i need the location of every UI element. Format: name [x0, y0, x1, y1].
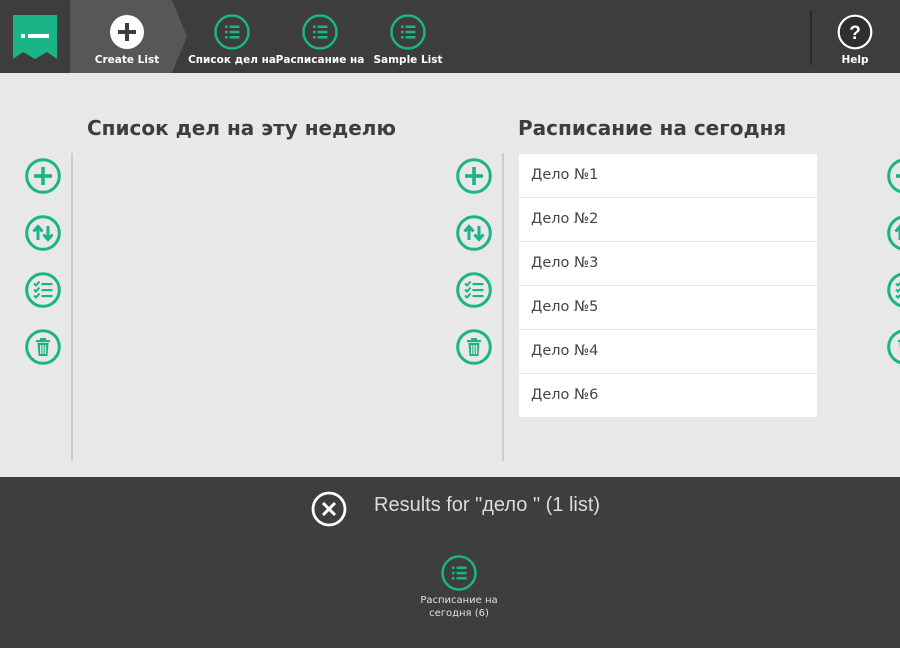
sort-icon[interactable] [456, 215, 492, 251]
add-icon[interactable] [456, 158, 492, 194]
right-column-divider [502, 153, 504, 461]
trash-icon[interactable] [25, 329, 61, 365]
search-result-label-line1: Расписание на [420, 595, 498, 606]
list-item[interactable]: Дело №2 [519, 198, 817, 241]
trash-icon[interactable] [456, 329, 492, 365]
left-list-title: Список дел на эту неделю [87, 116, 396, 140]
nav-list-label: Sample List [373, 54, 443, 66]
search-results-text: Results for "дело " (1 list) [374, 494, 601, 516]
add-circle-icon [110, 15, 144, 49]
list-icon [390, 14, 426, 50]
checklist-icon[interactable] [25, 272, 61, 308]
list-item[interactable]: Дело №5 [519, 286, 817, 329]
nav-list-3[interactable]: Sample List [358, 14, 458, 70]
help-button[interactable]: ? Help [805, 14, 900, 70]
list-item[interactable]: Дело №3 [519, 242, 817, 285]
left-column-divider [71, 153, 73, 461]
right-list-title: Расписание на сегодня [518, 116, 787, 140]
create-list-label: Create List [94, 54, 160, 66]
top-app-bar: Create List Список дел на Расписание на … [0, 0, 900, 73]
add-icon[interactable] [25, 158, 61, 194]
list-icon [214, 14, 250, 50]
help-icon: ? [837, 14, 873, 50]
schedule-item-list: Дело №1 Дело №2 Дело №3 Дело №5 Дело №4 … [519, 154, 817, 418]
nav-list-1[interactable]: Список дел на [182, 14, 282, 70]
search-result-label-line2: сегодня (6) [429, 608, 489, 619]
list-icon [441, 555, 477, 591]
list-icon [302, 14, 338, 50]
trash-icon[interactable] [887, 329, 900, 365]
help-label: Help [841, 54, 869, 66]
close-results-icon[interactable] [311, 491, 347, 527]
third-column-actions [884, 158, 900, 368]
notepad-logo-icon [13, 15, 57, 59]
checklist-icon[interactable] [456, 272, 492, 308]
sort-icon[interactable] [25, 215, 61, 251]
nav-list-label: Расписание на [275, 54, 365, 66]
sort-icon[interactable] [887, 215, 900, 251]
search-result-item[interactable]: Расписание на сегодня (6) [409, 555, 509, 620]
create-list-button[interactable]: Create List [77, 14, 177, 70]
checklist-icon[interactable] [887, 272, 900, 308]
nav-list-label: Список дел на [188, 54, 276, 66]
list-item[interactable]: Дело №6 [519, 374, 817, 417]
list-item[interactable]: Дело №4 [519, 330, 817, 373]
search-result-label: Расписание на сегодня (6) [409, 594, 509, 620]
list-item[interactable]: Дело №1 [519, 154, 817, 197]
add-icon[interactable] [887, 158, 900, 194]
nav-list-2[interactable]: Расписание на [270, 14, 370, 70]
help-glyph: ? [849, 23, 861, 44]
